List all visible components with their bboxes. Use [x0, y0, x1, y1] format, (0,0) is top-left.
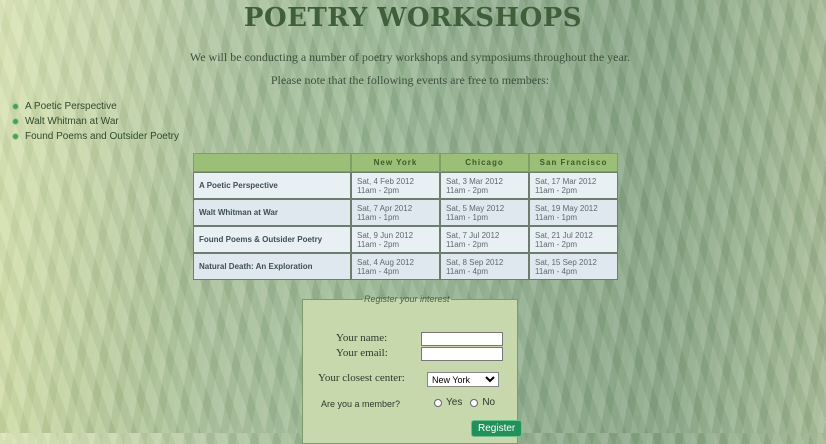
- event-time: 11am - 2pm: [535, 185, 578, 195]
- page-title: POETRY WORKSHOPS: [243, 3, 583, 33]
- intro-text: We will be conducting a number of poetry…: [189, 50, 631, 64]
- event-name-cell: Natural Death: An Exploration: [193, 253, 351, 280]
- event-date-cell: Sat, 19 May 2012 11am - 1pm: [529, 199, 618, 226]
- event-date-cell: Sat, 7 Jul 2012 11am - 2pm: [440, 226, 529, 253]
- list-item-label: Found Poems and Outsider Poetry: [25, 131, 179, 142]
- form-legend: Register your interest: [364, 294, 450, 304]
- event-date: Sat, 15 Sep 2012: [535, 257, 597, 267]
- column-header: San Francisco: [529, 153, 618, 172]
- event-time: 11am - 4pm: [357, 266, 400, 276]
- event-date-cell: Sat, 17 Mar 2012 11am - 2pm: [529, 172, 618, 199]
- event-date-cell: Sat, 21 Jul 2012 11am - 2pm: [529, 226, 618, 253]
- list-item-label: A Poetic Perspective: [25, 101, 117, 112]
- center-select-wrap: New York: [427, 372, 499, 387]
- name-input[interactable]: [421, 332, 503, 346]
- list-item-label: Walt Whitman at War: [25, 116, 119, 127]
- table-header-row: New York Chicago San Francisco: [193, 153, 618, 172]
- name-field-wrap: [421, 332, 503, 347]
- event-date: Sat, 3 Mar 2012: [446, 176, 503, 186]
- event-date: Sat, 19 May 2012: [535, 203, 598, 213]
- yes-radio-label: Yes: [446, 397, 463, 408]
- event-time: 11am - 2pm: [446, 239, 489, 249]
- email-input[interactable]: [421, 347, 503, 361]
- event-date-cell: Sat, 8 Sep 2012 11am - 4pm: [440, 253, 529, 280]
- event-date: Sat, 7 Apr 2012: [357, 203, 413, 213]
- list-item[interactable]: Found Poems and Outsider Poetry: [12, 129, 179, 144]
- column-header: [193, 153, 351, 172]
- table-row: Walt Whitman at War Sat, 7 Apr 2012 11am …: [193, 199, 618, 226]
- events-table: New York Chicago San Francisco A Poetic …: [193, 153, 618, 280]
- event-time: 11am - 4pm: [535, 266, 578, 276]
- event-name-cell: A Poetic Perspective: [193, 172, 351, 199]
- members-note: Please note that the following events ar…: [270, 73, 550, 87]
- event-time: 11am - 1pm: [535, 212, 578, 222]
- column-header: New York: [351, 153, 440, 172]
- event-time: 11am - 1pm: [446, 212, 489, 222]
- event-time: 11am - 2pm: [446, 185, 489, 195]
- event-date-cell: Sat, 7 Apr 2012 11am - 1pm: [351, 199, 440, 226]
- column-header: Chicago: [440, 153, 529, 172]
- event-name-cell: Found Poems & Outsider Poetry: [193, 226, 351, 253]
- event-time: 11am - 1pm: [357, 212, 400, 222]
- event-name-cell: Walt Whitman at War: [193, 199, 351, 226]
- list-item[interactable]: A Poetic Perspective: [12, 99, 179, 114]
- list-item[interactable]: Walt Whitman at War: [12, 114, 179, 129]
- event-date: Sat, 9 Jun 2012: [357, 230, 414, 240]
- email-field-wrap: [421, 347, 503, 362]
- workshop-link-list: A Poetic Perspective Walt Whitman at War…: [12, 99, 179, 144]
- table-row: A Poetic Perspective Sat, 4 Feb 2012 11am…: [193, 172, 618, 199]
- member-radio-group: Yes No: [434, 397, 495, 408]
- no-radio-label: No: [482, 397, 496, 408]
- register-button[interactable]: Register: [471, 420, 523, 437]
- event-date: Sat, 8 Sep 2012: [446, 257, 504, 267]
- email-label: Your email:: [336, 347, 388, 359]
- green-bullet-icon: [12, 118, 19, 125]
- event-date-cell: Sat, 5 May 2012 11am - 1pm: [440, 199, 529, 226]
- green-bullet-icon: [12, 133, 19, 140]
- event-time: 11am - 2pm: [357, 185, 400, 195]
- event-date: Sat, 21 Jul 2012: [535, 230, 593, 240]
- no-radio[interactable]: [470, 398, 479, 407]
- closest-center-label: Your closest center:: [318, 372, 405, 384]
- event-time: 11am - 2pm: [535, 239, 578, 249]
- closest-center-select[interactable]: New York: [427, 372, 499, 387]
- table-row: Natural Death: An Exploration Sat, 4 Aug…: [193, 253, 618, 280]
- name-label: Your name:: [336, 332, 388, 344]
- event-time: 11am - 4pm: [446, 266, 489, 276]
- event-date: Sat, 4 Aug 2012: [357, 257, 414, 267]
- event-date-cell: Sat, 4 Aug 2012 11am - 4pm: [351, 253, 440, 280]
- event-date-cell: Sat, 15 Sep 2012 11am - 4pm: [529, 253, 618, 280]
- green-bullet-icon: [12, 103, 19, 110]
- member-question-label: Are you a member?: [321, 399, 401, 409]
- yes-radio[interactable]: [434, 398, 442, 407]
- table-row: Found Poems & Outsider Poetry Sat, 9 Jun…: [193, 226, 618, 253]
- event-time: 11am - 2pm: [357, 239, 400, 249]
- event-date: Sat, 4 Feb 2012: [357, 176, 414, 186]
- event-date: Sat, 17 Mar 2012: [535, 176, 597, 186]
- event-date: Sat, 7 Jul 2012: [446, 230, 500, 240]
- registration-form: Register your interest Your name: Your e…: [302, 294, 523, 444]
- event-date: Sat, 5 May 2012: [446, 203, 505, 213]
- event-date-cell: Sat, 9 Jun 2012 11am - 2pm: [351, 226, 440, 253]
- event-date-cell: Sat, 3 Mar 2012 11am - 2pm: [440, 172, 529, 199]
- event-date-cell: Sat, 4 Feb 2012 11am - 2pm: [351, 172, 440, 199]
